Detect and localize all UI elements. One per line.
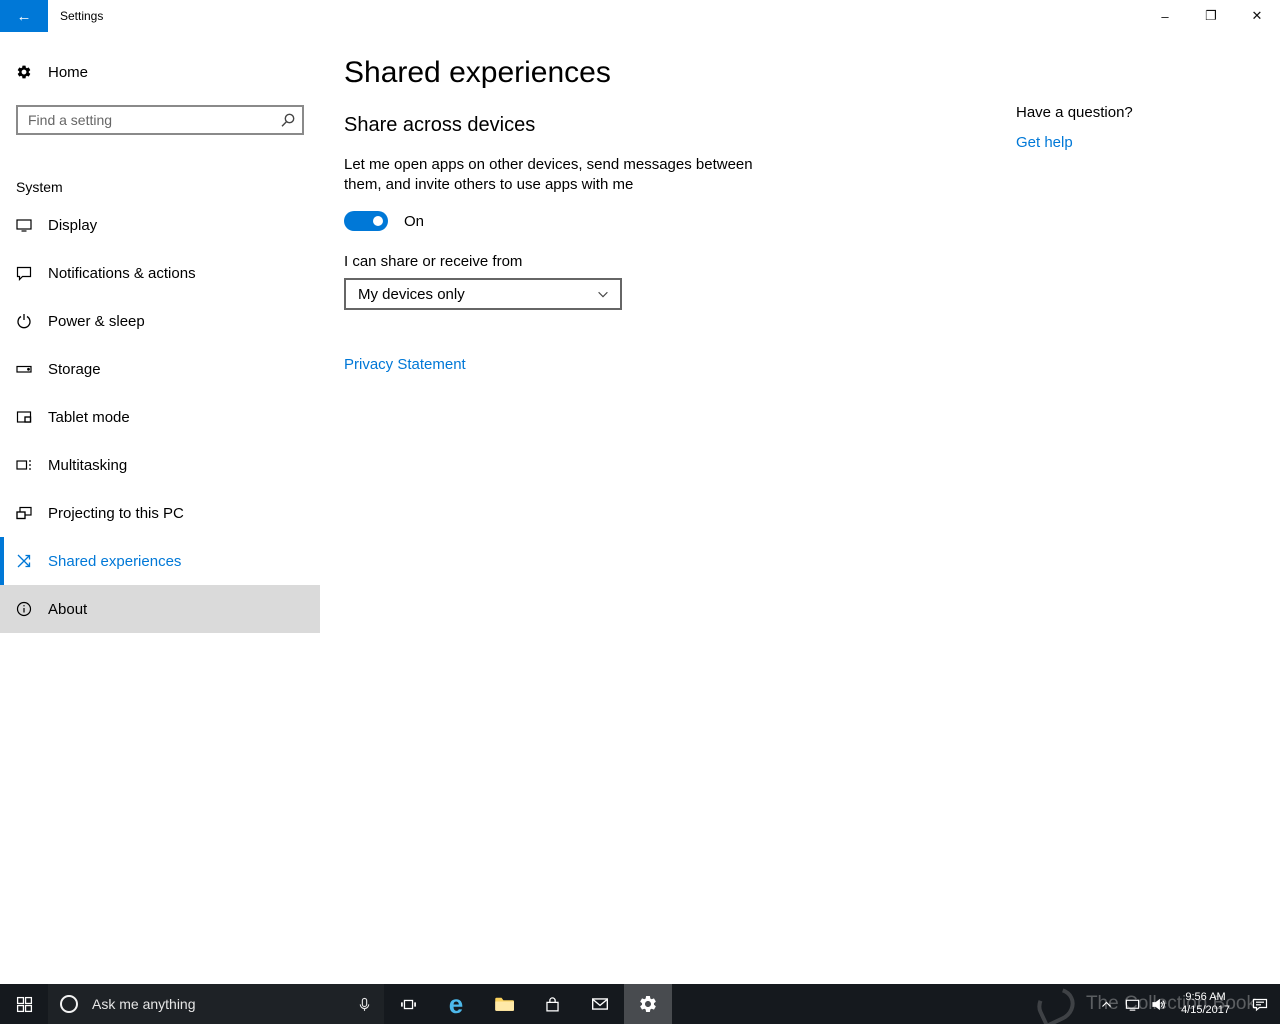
display-icon bbox=[16, 217, 32, 233]
sidebar-item-label: Tablet mode bbox=[48, 408, 130, 426]
file-explorer-button[interactable] bbox=[480, 984, 528, 1024]
sidebar-item-label: Display bbox=[48, 216, 98, 234]
sidebar-item-shared-experiences[interactable]: Shared experiences bbox=[0, 537, 320, 585]
store-icon bbox=[544, 996, 561, 1013]
taskbar-clock[interactable]: 9:56 AM 4/15/2017 bbox=[1181, 991, 1230, 1017]
sidebar-item-label: Power & sleep bbox=[48, 312, 145, 330]
main-content: Shared experiences Share across devices … bbox=[344, 32, 1280, 984]
share-from-dropdown[interactable]: My devices only bbox=[344, 278, 622, 310]
shared-experiences-icon bbox=[16, 553, 32, 569]
system-tray: 9:56 AM 4/15/2017 bbox=[1093, 984, 1280, 1024]
sidebar-item-label: Shared experiences bbox=[48, 552, 182, 570]
toggle-knob bbox=[373, 216, 383, 226]
notifications-icon bbox=[16, 265, 32, 281]
settings-gear-icon bbox=[638, 994, 658, 1014]
microphone-icon[interactable] bbox=[357, 997, 372, 1012]
settings-taskbar-button[interactable] bbox=[624, 984, 672, 1024]
sidebar-item-label: Projecting to this PC bbox=[48, 504, 184, 522]
multitasking-icon bbox=[16, 457, 32, 473]
start-button[interactable] bbox=[0, 984, 48, 1024]
info-icon bbox=[16, 601, 32, 617]
sidebar-item-label: About bbox=[48, 600, 88, 618]
clock-date: 4/15/2017 bbox=[1181, 1004, 1230, 1016]
sidebar-item-about[interactable]: About bbox=[0, 585, 320, 633]
task-view-button[interactable] bbox=[384, 984, 432, 1024]
sidebar-item-label: Multitasking bbox=[48, 456, 128, 474]
network-display-icon[interactable] bbox=[1119, 984, 1145, 1024]
maximize-icon: ❐ bbox=[1205, 8, 1217, 23]
gear-icon bbox=[16, 64, 32, 80]
projecting-icon bbox=[16, 505, 32, 521]
mail-button[interactable] bbox=[576, 984, 624, 1024]
mail-icon bbox=[591, 995, 609, 1013]
share-description: Let me open apps on other devices, send … bbox=[344, 156, 753, 193]
sidebar-item-label: Storage bbox=[48, 360, 101, 378]
clock-time: 9:56 AM bbox=[1185, 991, 1226, 1003]
speaker-icon[interactable] bbox=[1145, 984, 1171, 1024]
sidebar-item-notifications[interactable]: Notifications & actions bbox=[0, 249, 320, 297]
cortana-search-box[interactable]: Ask me anything bbox=[48, 984, 384, 1024]
page-title: Shared experiences bbox=[344, 56, 611, 89]
sidebar-item-power-sleep[interactable]: Power & sleep bbox=[0, 297, 320, 345]
sidebar-item-projecting[interactable]: Projecting to this PC bbox=[0, 489, 320, 537]
taskbar: Ask me anything e 9:56 AM 4/15/2017 The … bbox=[0, 981, 1280, 1024]
sidebar-item-home[interactable]: Home bbox=[0, 52, 320, 92]
taskbar-search-placeholder: Ask me anything bbox=[92, 996, 196, 1012]
help-column: Have a question? Get help bbox=[1016, 104, 1256, 152]
share-toggle-row: On bbox=[344, 211, 1280, 231]
share-toggle[interactable] bbox=[344, 211, 388, 231]
chevron-up-icon[interactable] bbox=[1093, 984, 1119, 1024]
storage-icon bbox=[16, 361, 32, 377]
back-button[interactable]: ← bbox=[0, 0, 48, 32]
back-arrow-icon: ← bbox=[16, 7, 32, 25]
find-setting-search bbox=[16, 105, 304, 135]
search-icon bbox=[280, 112, 296, 128]
have-a-question-label: Have a question? bbox=[1016, 104, 1133, 121]
close-icon: ✕ bbox=[1251, 8, 1263, 23]
file-explorer-icon bbox=[494, 994, 514, 1014]
minimize-button[interactable]: – bbox=[1142, 0, 1188, 32]
tablet-icon bbox=[16, 409, 32, 425]
privacy-statement-link[interactable]: Privacy Statement bbox=[344, 356, 466, 373]
get-help-link[interactable]: Get help bbox=[1016, 134, 1073, 151]
window-title: Settings bbox=[60, 9, 104, 23]
sidebar-home-label: Home bbox=[48, 63, 89, 81]
settings-sidebar: Home System Display Notifications & acti… bbox=[0, 32, 320, 984]
toggle-state-label: On bbox=[404, 212, 425, 230]
window-controls: – ❐ ✕ bbox=[1142, 0, 1280, 32]
edge-icon: e bbox=[448, 989, 464, 1019]
task-view-icon bbox=[400, 996, 417, 1013]
chevron-down-icon bbox=[596, 287, 610, 301]
dropdown-value: My devices only bbox=[358, 285, 465, 303]
sidebar-item-display[interactable]: Display bbox=[0, 201, 320, 249]
maximize-button[interactable]: ❐ bbox=[1188, 0, 1234, 32]
watermark-logo bbox=[1031, 981, 1081, 1024]
titlebar: ← Settings – ❐ ✕ bbox=[0, 0, 1280, 32]
sidebar-item-multitasking[interactable]: Multitasking bbox=[0, 441, 320, 489]
cortana-icon bbox=[60, 995, 78, 1013]
sidebar-item-tablet-mode[interactable]: Tablet mode bbox=[0, 393, 320, 441]
close-button[interactable]: ✕ bbox=[1234, 0, 1280, 32]
store-button[interactable] bbox=[528, 984, 576, 1024]
edge-button[interactable]: e bbox=[432, 984, 480, 1024]
sidebar-section-system: System bbox=[16, 179, 63, 195]
sidebar-item-label: Notifications & actions bbox=[48, 264, 196, 282]
action-center-icon[interactable] bbox=[1240, 984, 1280, 1024]
windows-logo-icon bbox=[16, 996, 33, 1013]
power-icon bbox=[16, 313, 32, 329]
minimize-icon: – bbox=[1161, 8, 1169, 24]
share-from-label: I can share or receive from bbox=[344, 253, 523, 270]
sidebar-item-storage[interactable]: Storage bbox=[0, 345, 320, 393]
search-input[interactable] bbox=[16, 105, 304, 135]
